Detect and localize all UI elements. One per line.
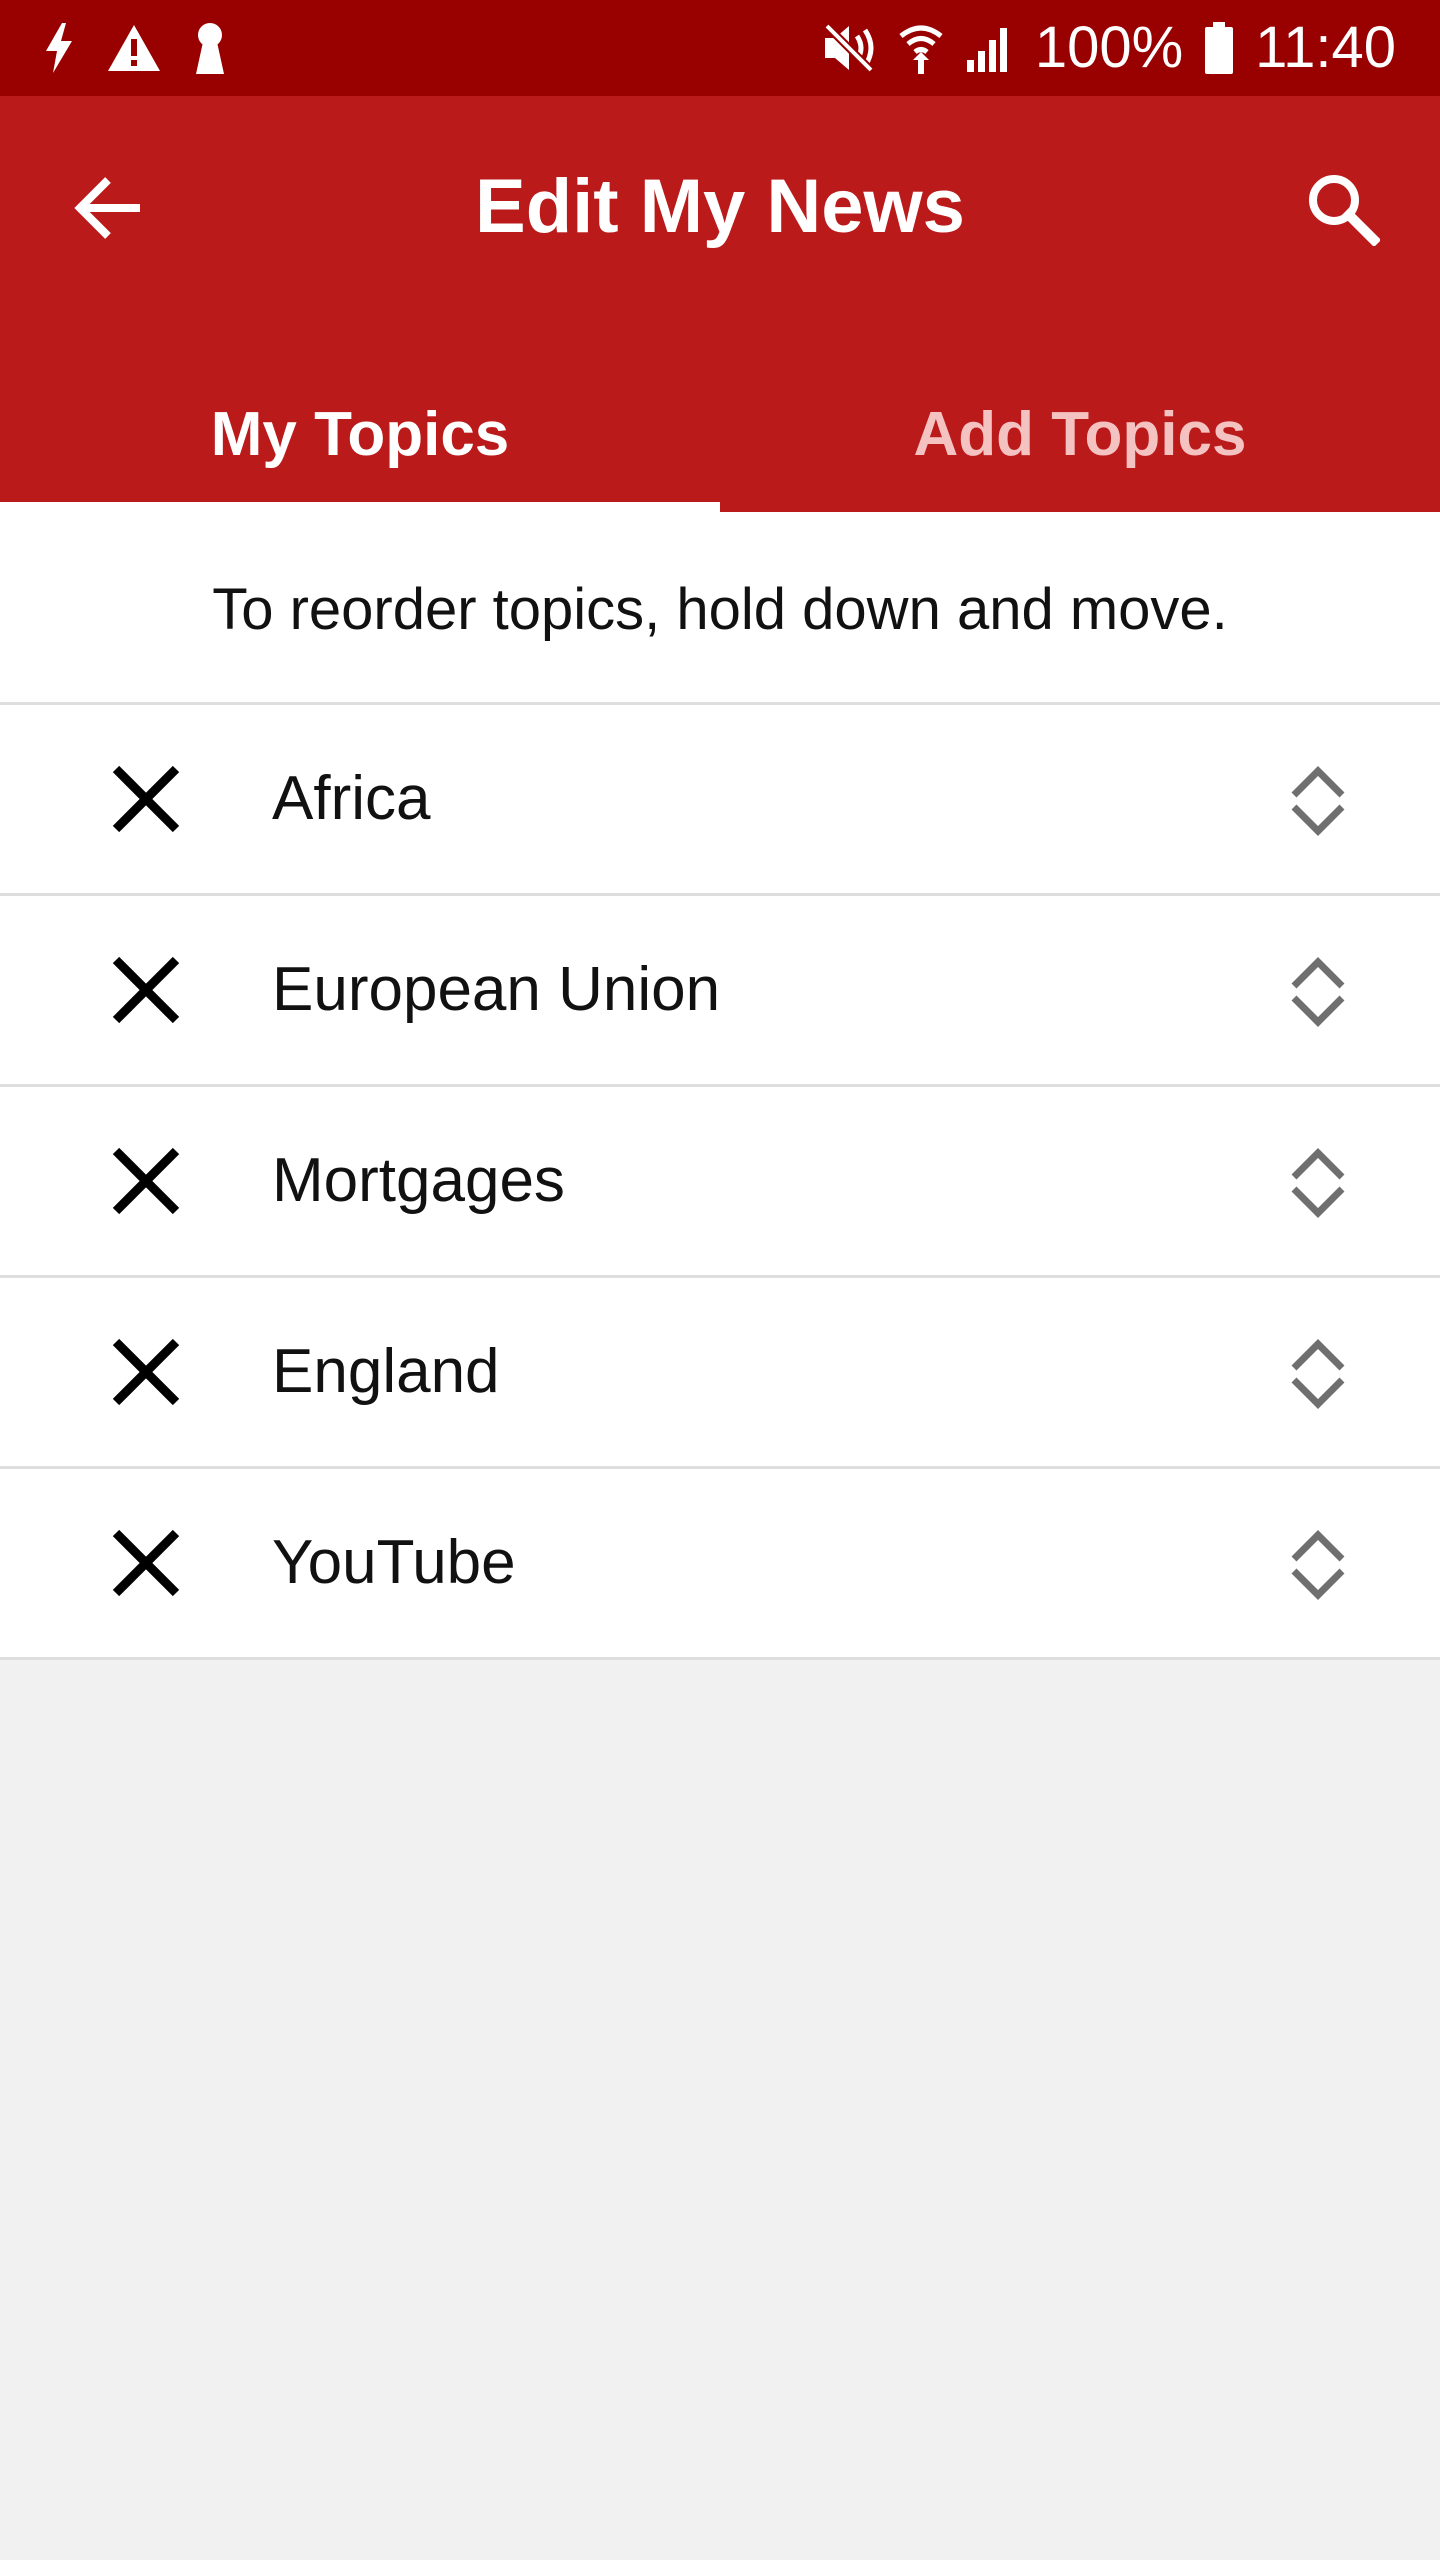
app-bar: Edit My News My Topics Add Topics: [0, 96, 1440, 512]
close-icon[interactable]: [110, 763, 182, 835]
drag-handle-icon[interactable]: [1290, 1147, 1346, 1219]
tab-label: Add Topics: [913, 400, 1247, 469]
warning-icon: [108, 25, 160, 71]
topic-label: Mortgages: [272, 1146, 565, 1215]
topic-label: England: [272, 1337, 500, 1406]
tab-label: My Topics: [210, 400, 510, 469]
drag-handle-icon[interactable]: [1290, 956, 1346, 1028]
battery-icon: [1205, 22, 1234, 74]
list-item[interactable]: Africa: [0, 705, 1440, 896]
tab-bar: My Topics Add Topics: [0, 358, 1440, 512]
close-icon[interactable]: [110, 1145, 182, 1217]
status-bar-right: 100% 11:40: [821, 0, 1396, 96]
tab-my-topics[interactable]: My Topics: [0, 358, 720, 512]
battery-percent: 100%: [1034, 15, 1184, 80]
clock: 11:40: [1255, 15, 1396, 80]
close-icon[interactable]: [110, 1336, 182, 1408]
search-icon: [1309, 175, 1380, 246]
close-icon[interactable]: [110, 1527, 182, 1599]
list-item[interactable]: England: [0, 1278, 1440, 1469]
topic-label: YouTube: [272, 1528, 516, 1597]
tab-indicator: [0, 502, 720, 512]
topic-label: European Union: [272, 955, 721, 1024]
drag-handle-icon[interactable]: [1290, 1529, 1346, 1601]
signal-icon: [965, 24, 1013, 72]
list-item[interactable]: YouTube: [0, 1469, 1440, 1660]
list-item[interactable]: Mortgages: [0, 1087, 1440, 1278]
drag-handle-icon[interactable]: [1290, 765, 1346, 837]
status-bar: 100% 11:40: [0, 0, 1440, 96]
status-bar-left-icons: [44, 20, 226, 76]
drag-handle-icon[interactable]: [1290, 1338, 1346, 1410]
list-item[interactable]: European Union: [0, 896, 1440, 1087]
search-button[interactable]: [1294, 160, 1390, 256]
close-icon[interactable]: [110, 954, 182, 1026]
wifi-icon: [899, 22, 943, 74]
topic-list: Africa European Union Mortgages England …: [0, 705, 1440, 1660]
keyhole-icon: [194, 22, 226, 74]
flash-icon: [44, 23, 74, 73]
reorder-hint: To reorder topics, hold down and move.: [0, 512, 1440, 705]
tab-add-topics[interactable]: Add Topics: [720, 358, 1440, 512]
topic-label: Africa: [272, 764, 431, 833]
mute-icon: [821, 22, 877, 74]
page-title: Edit My News: [475, 164, 965, 249]
